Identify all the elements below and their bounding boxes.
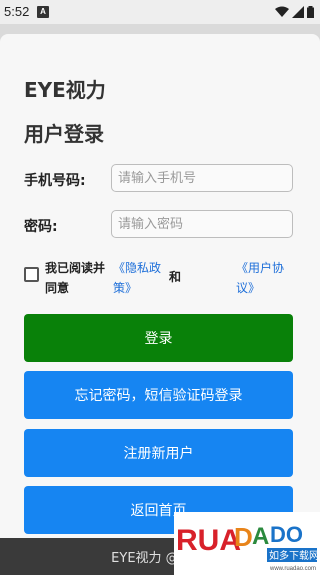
status-icons	[275, 5, 314, 19]
status-bar: 5:52 A	[0, 0, 320, 24]
svg-text:A: A	[252, 523, 269, 550]
register-button[interactable]: 注册新用户	[24, 429, 293, 477]
login-button[interactable]: 登录	[24, 314, 293, 362]
svg-text:www.ruadao.com: www.ruadao.com	[269, 566, 316, 572]
login-card: EYE视力 用户登录 手机号码: 密码: 我已阅读并同意 《隐私政策》 和 《用…	[0, 34, 320, 575]
notification-badge-icon: A	[37, 6, 49, 18]
password-input[interactable]	[111, 210, 293, 238]
status-time: 5:52	[4, 4, 30, 19]
login-heading: 用户登录	[24, 122, 104, 146]
user-agreement-link[interactable]: 《用户协议》	[236, 258, 296, 298]
phone-input[interactable]	[111, 164, 293, 192]
battery-icon	[307, 6, 314, 18]
wifi-icon	[275, 6, 289, 17]
page-background: EYE视力 用户登录 手机号码: 密码: 我已阅读并同意 《隐私政策》 和 《用…	[0, 24, 320, 575]
forgot-password-sms-button[interactable]: 忘记密码，短信验证码登录	[24, 371, 293, 419]
agreement-text: 我已阅读并同意	[45, 261, 106, 295]
agreement-row: 我已阅读并同意 《隐私政策》 和 《用户协议》	[24, 258, 304, 298]
agreement-and: 和	[169, 270, 182, 284]
svg-text:RUA: RUA	[176, 524, 241, 557]
phone-label: 手机号码:	[24, 173, 86, 189]
signal-icon	[292, 6, 304, 18]
agreement-checkbox[interactable]	[24, 267, 39, 282]
svg-text:D: D	[234, 522, 253, 552]
svg-text:DO: DO	[270, 522, 303, 547]
password-label: 密码:	[24, 219, 58, 235]
watermark-logo-icon: RUA D A DO 如多下载网 www.ruadao.com	[176, 522, 319, 572]
svg-text:如多下载网: 如多下载网	[269, 549, 319, 562]
privacy-policy-link[interactable]: 《隐私政策》	[113, 258, 173, 298]
app-title: EYE视力	[24, 78, 106, 102]
watermark-logo: RUA D A DO 如多下载网 www.ruadao.com	[174, 512, 320, 575]
